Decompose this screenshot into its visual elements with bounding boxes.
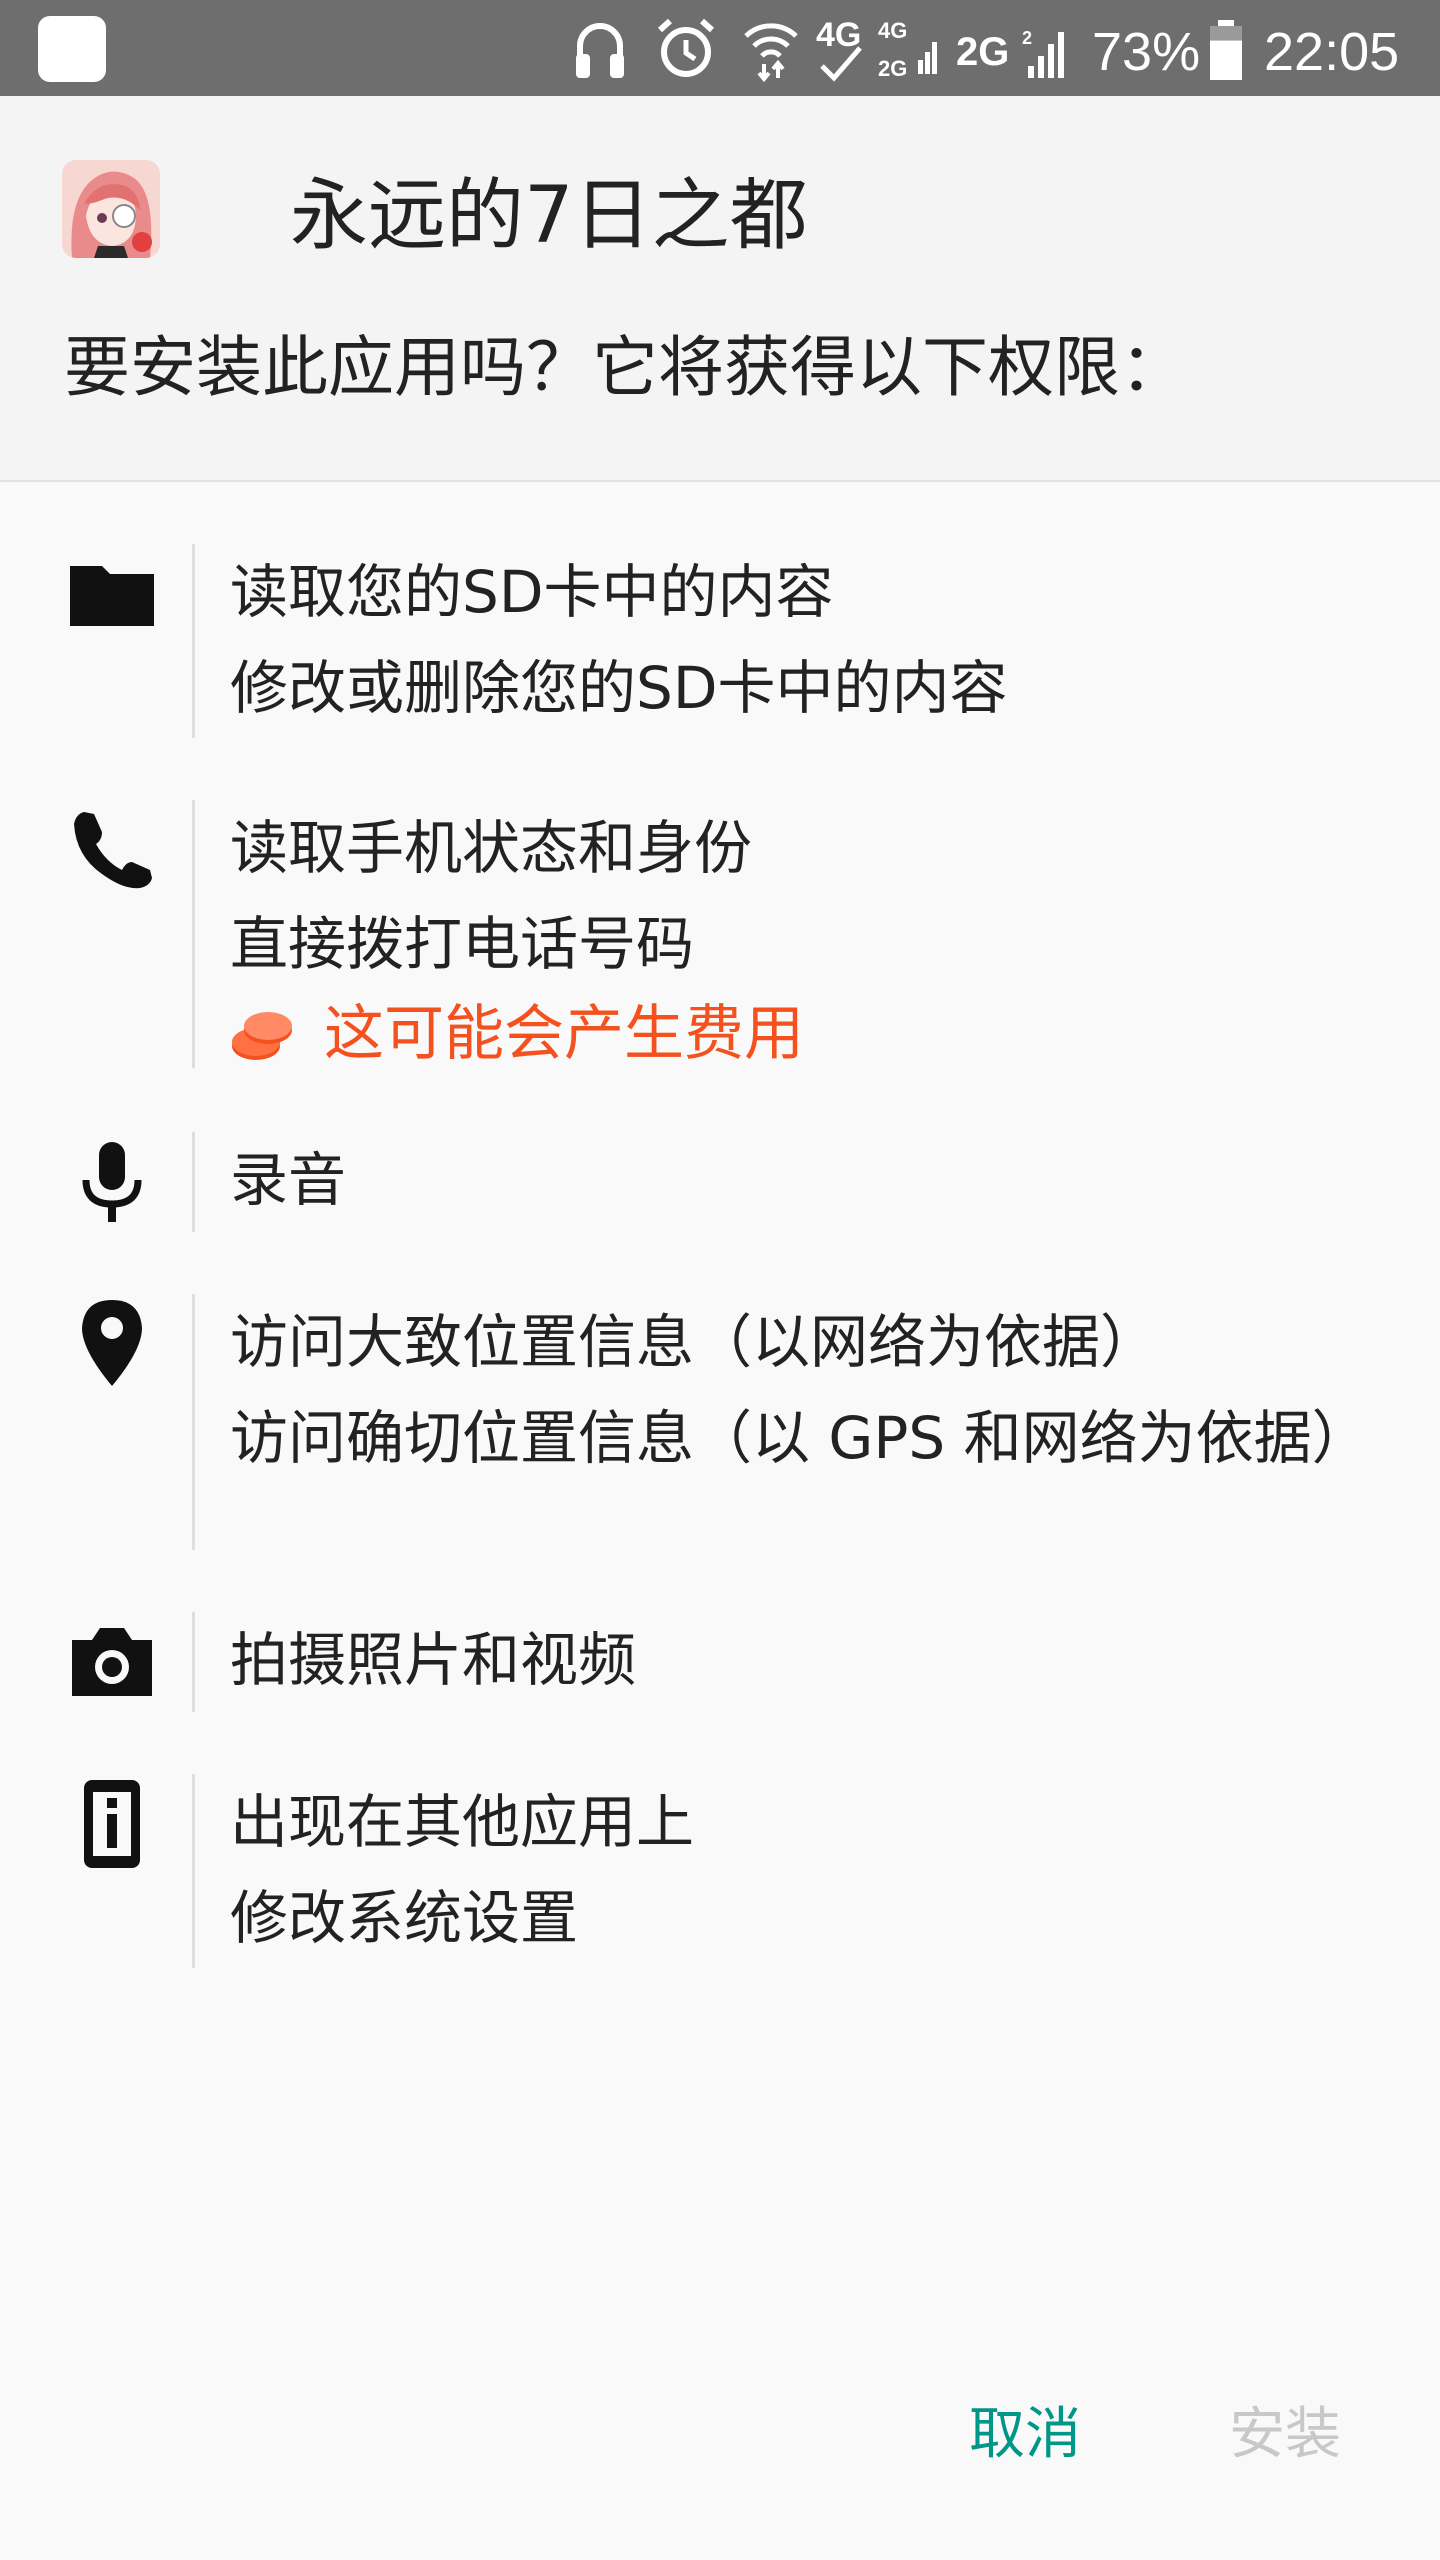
battery-icon <box>1210 20 1242 80</box>
permission-line: 读取您的SD卡中的内容 <box>230 558 834 626</box>
install-header: 永远的7日之都 要安装此应用吗？它将获得以下权限： <box>0 96 1440 482</box>
permission-group-storage: 读取您的SD卡中的内容 修改或删除您的SD卡中的内容 <box>0 544 1440 738</box>
signal-2g-label: 2G <box>956 30 1010 74</box>
location-pin-icon <box>82 1300 142 1386</box>
permission-divider <box>192 1774 195 1968</box>
cost-warning-text: 这可能会产生费用 <box>324 999 804 1069</box>
permission-group-camera: 拍摄照片和视频 <box>0 1612 1440 1712</box>
signal-2g-icon: 2G <box>878 42 937 81</box>
coins-icon <box>232 1012 292 1060</box>
alarm-icon <box>657 18 715 77</box>
permission-group-location: 访问大致位置信息（以网络为依据） 访问确切位置信息（以 GPS 和网络为依据） <box>0 1294 1440 1550</box>
app-notification-icon <box>38 16 106 82</box>
permission-lines: 出现在其他应用上 修改系统设置 <box>230 1774 1370 1966</box>
permission-group-system: 出现在其他应用上 修改系统设置 <box>0 1774 1440 1968</box>
permission-divider <box>192 1132 195 1232</box>
permission-line: 修改系统设置 <box>230 1884 579 1952</box>
install-button[interactable]: 安装 <box>1200 2380 1370 2490</box>
info-device-icon <box>84 1780 140 1868</box>
permission-line: 录音 <box>230 1146 347 1214</box>
permission-line: 访问大致位置信息（以网络为依据） <box>230 1308 1159 1376</box>
permission-line: 出现在其他应用上 <box>230 1788 695 1856</box>
install-question: 要安装此应用吗？它将获得以下权限： <box>64 329 1186 406</box>
svg-text:2: 2 <box>1022 28 1032 48</box>
headphones-icon <box>576 23 624 78</box>
cost-warning: 这可能会产生费用 <box>230 992 1370 1076</box>
permission-lines: 读取手机状态和身份 直接拨打电话号码 这可能会产生费用 <box>230 800 1370 1076</box>
permission-line: 修改或删除您的SD卡中的内容 <box>230 654 1008 722</box>
permission-group-phone: 读取手机状态和身份 直接拨打电话号码 这可能会产生费用 <box>0 800 1440 1069</box>
permission-group-microphone: 录音 <box>0 1132 1440 1232</box>
status-bar: 4G 4G 2G 2G 2 73% 22:05 <box>0 0 1440 96</box>
permission-lines: 拍摄照片和视频 <box>230 1612 1370 1708</box>
permission-divider <box>192 1612 195 1712</box>
permission-lines: 访问大致位置信息（以网络为依据） 访问确切位置信息（以 GPS 和网络为依据） <box>230 1294 1370 1476</box>
phone-icon <box>74 812 152 889</box>
permission-line: 拍摄照片和视频 <box>230 1626 637 1694</box>
folder-icon <box>70 566 154 626</box>
app-name: 永远的7日之都 <box>290 171 808 261</box>
permission-line: 读取手机状态和身份 <box>230 814 753 882</box>
microphone-icon <box>82 1142 142 1222</box>
signal-4g-icon <box>820 46 862 82</box>
permission-lines: 读取您的SD卡中的内容 修改或删除您的SD卡中的内容 <box>230 544 1370 736</box>
permission-lines: 录音 <box>230 1132 1370 1228</box>
camera-icon <box>72 1628 152 1696</box>
svg-text:2G: 2G <box>878 56 907 81</box>
anime-character-app-icon <box>62 160 160 258</box>
wifi-icon <box>744 23 798 82</box>
permission-line: 直接拨打电话号码 <box>230 910 695 978</box>
permission-divider <box>192 1294 195 1550</box>
battery-percent: 73% <box>1092 22 1201 82</box>
permission-line: 访问确切位置信息（以 GPS 和网络为依据） <box>230 1404 1370 1472</box>
cell-signal-icon: 2 <box>1022 28 1064 78</box>
cancel-button[interactable]: 取消 <box>940 2380 1110 2490</box>
permission-divider <box>192 800 195 1068</box>
clock: 22:05 <box>1264 22 1400 82</box>
permission-divider <box>192 544 195 738</box>
